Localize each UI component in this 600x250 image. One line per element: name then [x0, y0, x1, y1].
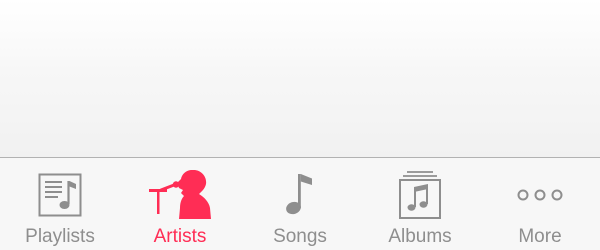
more-dots-icon — [505, 170, 575, 220]
playlist-icon — [25, 170, 95, 220]
music-note-icon — [265, 170, 335, 220]
tab-bar: Playlists Artists Songs Albums More — [0, 157, 600, 250]
artist-singer-icon — [145, 170, 215, 220]
tab-label-more: More — [518, 226, 562, 247]
tab-label-artists: Artists — [153, 226, 207, 247]
content-area — [0, 0, 600, 157]
tab-more[interactable]: More — [480, 158, 600, 250]
tab-label-songs: Songs — [273, 226, 327, 247]
tab-label-albums: Albums — [388, 226, 452, 247]
tab-playlists[interactable]: Playlists — [0, 158, 120, 250]
tab-albums[interactable]: Albums — [360, 158, 480, 250]
tab-label-playlists: Playlists — [25, 226, 95, 247]
tab-songs[interactable]: Songs — [240, 158, 360, 250]
tab-artists[interactable]: Artists — [120, 158, 240, 250]
albums-stack-icon — [385, 170, 455, 220]
